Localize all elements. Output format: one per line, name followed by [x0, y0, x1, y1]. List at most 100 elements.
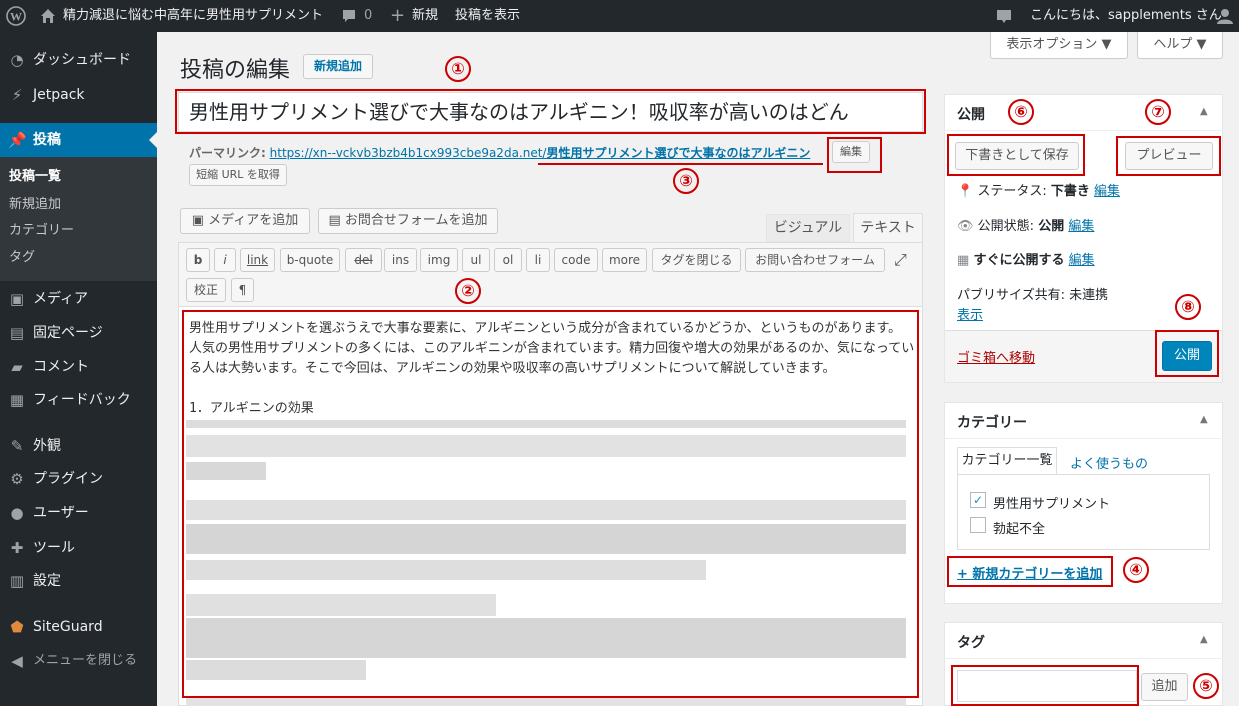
category-checkbox[interactable] [970, 517, 986, 533]
schedule-edit-link[interactable]: 編集 [1069, 253, 1095, 268]
menu-feedback[interactable]: ▦ フィードバック [0, 384, 157, 416]
permalink-row: パーマリンク: https://xn--vckvb3bzb4b1cx993cbe… [189, 144, 810, 161]
paintbrush-icon: ✎ [10, 437, 24, 455]
qt-i-button[interactable]: i [214, 248, 236, 272]
slug-underline [538, 163, 823, 165]
collapse-arrow-icon[interactable]: ▲ [1200, 414, 1208, 425]
menu-settings[interactable]: ▥ 設定 [0, 565, 157, 597]
qt-ul-button[interactable]: ul [462, 248, 490, 272]
status-edit-link[interactable]: 編集 [1094, 184, 1120, 199]
collapse-arrow-icon[interactable]: ▲ [1200, 634, 1208, 645]
new-content-link[interactable]: 新規 [412, 0, 438, 32]
tab-visual[interactable]: ビジュアル [766, 214, 850, 242]
move-to-trash-link[interactable]: ゴミ箱へ移動 [957, 347, 1035, 366]
category-checkbox-checked[interactable]: ✓ [970, 492, 986, 508]
qt-b-button[interactable]: b [186, 248, 210, 272]
submenu-categories[interactable]: カテゴリー [9, 221, 74, 241]
menu-jetpack[interactable]: ⚡ Jetpack [0, 79, 157, 111]
annotation-number: ③ [673, 168, 699, 194]
qt-paragraph-button[interactable]: ¶ [231, 278, 254, 302]
svg-text:W: W [10, 9, 22, 23]
annotation-box-title [175, 89, 926, 134]
qt-more-button[interactable]: more [602, 248, 647, 272]
visibility-edit-link[interactable]: 編集 [1068, 219, 1094, 234]
menu-label: ツール [33, 540, 75, 556]
view-post-link[interactable]: 投稿を表示 [455, 0, 520, 32]
user-greeting[interactable]: こんにちは、sapplements さん [1030, 0, 1222, 32]
menu-pages[interactable]: ▤ 固定ページ [0, 317, 157, 349]
publicize-label: パブリサイズ共有: 未連携 [957, 288, 1109, 303]
plus-icon: + [390, 5, 406, 26]
settings-icon: ▥ [9, 572, 25, 590]
menu-label: ユーザー [33, 505, 89, 521]
comments-count[interactable]: 0 [364, 0, 372, 32]
fullscreen-icon[interactable]: ⤢ [894, 250, 907, 270]
qt-li-button[interactable]: li [526, 248, 550, 272]
submenu-add-new[interactable]: 新規追加 [9, 195, 61, 215]
qt-link-button[interactable]: link [240, 248, 275, 272]
status-row: 📍 ステータス: 下書き 編集 [957, 180, 1120, 199]
help-button[interactable]: ヘルプ ▼ [1137, 32, 1223, 59]
wordpress-logo-icon[interactable]: W [6, 0, 26, 32]
media-icon: ▣ [191, 213, 205, 228]
menu-dashboard[interactable]: ◔ ダッシュボード [0, 44, 157, 76]
menu-label: 投稿 [33, 132, 61, 148]
tab-all-categories[interactable]: カテゴリー一覧 [957, 447, 1057, 475]
add-media-button[interactable]: ▣ メディアを追加 [180, 208, 310, 234]
tab-text[interactable]: テキスト [853, 213, 923, 243]
submenu-tags[interactable]: タグ [9, 248, 35, 268]
menu-users[interactable]: ● ユーザー [0, 497, 157, 529]
visibility-row: 👁 公開状態: 公開 編集 [957, 215, 1094, 234]
annotation-box-content [182, 310, 919, 698]
menu-media[interactable]: ▣ メディア [0, 283, 157, 315]
publish-box-title: 公開 [957, 107, 985, 123]
collapse-arrow-icon[interactable]: ▲ [1200, 106, 1208, 117]
annotation-number: ① [445, 56, 471, 82]
annotation-box-save-draft [947, 134, 1085, 176]
menu-tools[interactable]: ✚ ツール [0, 532, 157, 564]
qt-proofread-button[interactable]: 校正 [186, 278, 226, 302]
site-name-link[interactable]: 精力減退に悩む中高年に男性用サプリメント [63, 0, 323, 32]
user-avatar-icon[interactable] [1217, 0, 1233, 32]
permalink-url[interactable]: https://xn--vckvb3bzb4b1cx993cbe9a2da.ne… [270, 146, 811, 160]
qt-img-button[interactable]: img [420, 248, 458, 272]
qt-bquote-button[interactable]: b-quote [280, 248, 340, 272]
notification-icon[interactable] [996, 0, 1012, 32]
permalink-base: https://xn--vckvb3bzb4b1cx993cbe9a2da.ne… [269, 146, 547, 160]
menu-plugins[interactable]: ⚙ プラグイン [0, 463, 157, 495]
menu-label: ダッシュボード [33, 52, 131, 68]
add-tag-button[interactable]: 追加 [1141, 673, 1188, 701]
menu-comments[interactable]: ▰ コメント [0, 351, 157, 383]
shield-icon: ⬟ [10, 618, 24, 636]
submenu-all-posts[interactable]: 投稿一覧 [9, 167, 61, 187]
qt-code-button[interactable]: code [554, 248, 598, 272]
publicize-show-link[interactable]: 表示 [957, 304, 983, 323]
qt-ins-button[interactable]: ins [384, 248, 417, 272]
qt-del-button[interactable]: del [345, 248, 382, 272]
menu-siteguard[interactable]: ⬟ SiteGuard [0, 611, 157, 643]
category-label: 男性用サプリメント [993, 497, 1111, 512]
menu-posts[interactable]: 📌 投稿 [0, 123, 157, 157]
tab-popular-categories[interactable]: よく使うもの [1070, 453, 1148, 472]
eye-icon: 👁 [957, 219, 974, 234]
menu-appearance[interactable]: ✎ 外観 [0, 430, 157, 462]
annotation-box-permalink-edit [827, 137, 882, 173]
screen-options-button[interactable]: 表示オプション ▼ [990, 32, 1128, 59]
comments-icon[interactable] [341, 0, 357, 32]
page-title: 投稿の編集 [180, 58, 291, 83]
pin-icon: 📍 [957, 184, 974, 199]
users-icon: ● [10, 504, 24, 522]
add-media-label: メディアを追加 [208, 213, 299, 228]
visibility-label: 公開状態: [977, 219, 1035, 234]
qt-contact-form-button[interactable]: お問い合わせフォーム [745, 248, 885, 272]
annotation-number: ② [455, 278, 481, 304]
add-new-button[interactable]: 新規追加 [303, 54, 373, 79]
menu-label: メディア [33, 291, 89, 307]
qt-close-tags-button[interactable]: タグを閉じる [652, 248, 741, 272]
menu-collapse[interactable]: ◀ メニューを閉じる [0, 645, 157, 677]
home-icon [40, 0, 56, 32]
qt-ol-button[interactable]: ol [494, 248, 522, 272]
current-arrow-icon [149, 132, 157, 148]
add-form-button[interactable]: ▤ お問合せフォームを追加 [318, 208, 498, 234]
get-shortlink-button[interactable]: 短縮 URL を取得 [189, 164, 287, 186]
